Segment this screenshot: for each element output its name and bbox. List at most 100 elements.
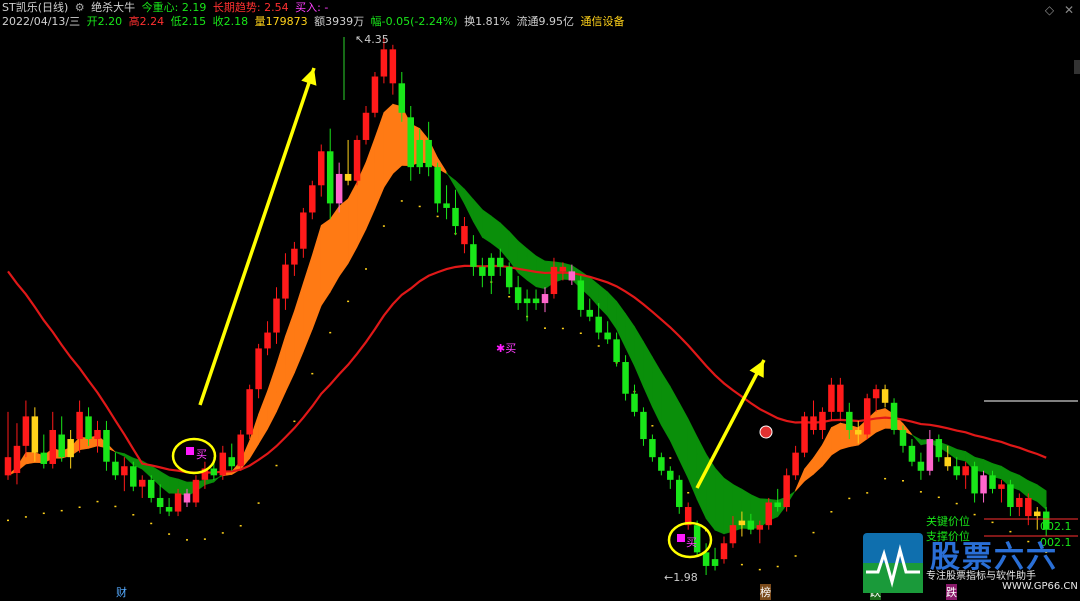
candle[interactable] [461,217,468,254]
candle[interactable] [443,185,450,220]
candle[interactable] [273,287,280,344]
candle[interactable] [917,452,925,480]
candle[interactable] [58,416,65,462]
candle[interactable] [228,443,236,471]
candle[interactable] [837,377,844,421]
candle[interactable] [649,434,656,462]
candle[interactable] [67,429,74,469]
bottom-marker-1[interactable]: 财 [116,584,127,600]
candle[interactable] [765,497,773,530]
candle[interactable] [684,502,692,530]
candle[interactable] [577,275,585,317]
candle[interactable] [425,121,432,177]
candle[interactable] [1025,493,1032,526]
candle[interactable] [309,180,316,220]
candle[interactable] [1016,493,1023,517]
candle[interactable] [13,423,21,485]
trend-band-segment [983,459,993,478]
candle[interactable] [908,439,916,467]
candle[interactable] [219,445,227,480]
candle[interactable] [783,468,790,512]
candle[interactable] [479,257,486,288]
candle[interactable] [604,321,611,344]
trend-band-segment [276,335,286,412]
candle[interactable] [452,189,459,236]
candle[interactable] [470,235,477,276]
candle[interactable] [156,484,164,514]
candle[interactable] [4,411,12,480]
scroll-handle[interactable] [1074,60,1080,74]
candle[interactable] [872,384,880,412]
candle[interactable] [371,71,379,118]
candle[interactable] [40,434,48,469]
candle[interactable] [631,384,638,417]
candle[interactable] [801,411,808,458]
candle[interactable] [810,400,817,435]
candle[interactable] [165,497,173,517]
candle[interactable] [863,393,871,440]
candle[interactable] [935,434,943,462]
candle[interactable] [318,144,325,197]
candle[interactable] [121,457,128,492]
candle[interactable] [326,128,334,220]
candle[interactable] [998,479,1005,503]
candle[interactable] [505,262,513,295]
candle[interactable] [828,377,835,421]
diamond-icon[interactable]: ◇ [1045,3,1054,17]
candle[interactable] [667,466,674,489]
candle[interactable] [658,452,665,476]
highlight-circle-1 [171,437,217,475]
candle[interactable] [971,461,978,503]
candle[interactable] [980,470,987,503]
sector-link[interactable]: 通信设备 [581,15,625,28]
candle[interactable] [344,139,352,186]
candle[interactable] [362,105,370,145]
close-icon[interactable]: ✕ [1064,3,1074,17]
candle[interactable] [613,332,620,367]
candle[interactable] [792,445,799,480]
candle[interactable] [103,420,110,471]
candle[interactable] [291,241,298,276]
candle[interactable] [720,536,728,564]
stock-name[interactable]: ST凯乐(日线) [2,1,68,14]
candle[interactable] [541,287,549,313]
candle[interactable] [192,475,200,508]
candle[interactable] [112,452,119,480]
candle[interactable] [676,475,683,514]
candle[interactable] [94,420,101,453]
gear-icon[interactable]: ⚙ [75,1,85,14]
candle[interactable] [282,253,289,310]
candle[interactable] [264,321,271,356]
candle[interactable] [49,411,57,469]
support-dot [991,521,994,524]
candle[interactable] [532,289,540,310]
candle[interactable] [434,162,441,213]
candle[interactable] [246,384,253,440]
candle[interactable] [514,275,522,310]
indicator-name[interactable]: 绝杀大牛 [91,1,135,14]
candle[interactable] [962,461,969,489]
candle[interactable] [622,355,629,401]
bottom-marker-2[interactable]: 榜 [760,584,771,600]
candle[interactable] [300,207,307,258]
candle[interactable] [353,135,361,186]
candle[interactable] [255,343,262,399]
candle[interactable] [953,457,960,480]
candle[interactable] [586,298,594,322]
candle[interactable] [640,407,647,446]
candle[interactable] [881,384,889,408]
site-logo: 股票六六 专注股票指标与软件助手 WWW.GP66.CN [862,530,1078,600]
candle[interactable] [819,407,826,440]
candle[interactable] [711,547,719,571]
candle[interactable] [1007,479,1014,517]
candle[interactable] [389,44,397,95]
candle[interactable] [523,289,531,322]
candle[interactable] [22,400,30,458]
candle[interactable] [139,475,146,498]
candlestick-chart[interactable] [0,0,1080,601]
candle[interactable] [237,429,244,471]
candle[interactable] [488,253,495,295]
candle[interactable] [890,398,898,435]
candle[interactable] [926,429,934,476]
candle[interactable] [407,105,415,181]
